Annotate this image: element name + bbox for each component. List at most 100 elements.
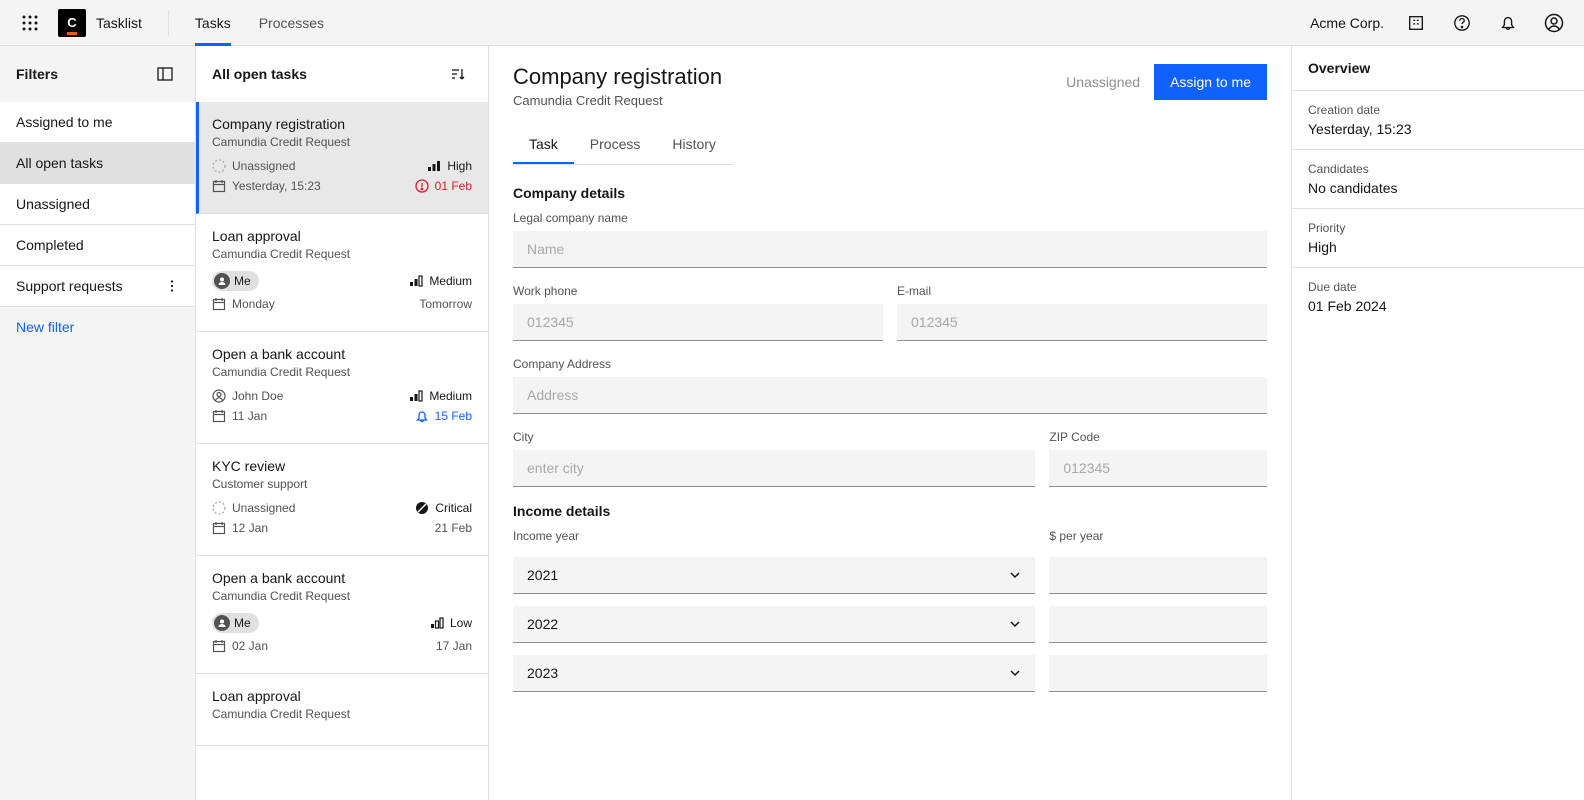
select-value: 2023 [527,665,558,681]
email-input[interactable] [897,304,1267,341]
avatar-icon [214,615,230,631]
date-text: Monday [232,297,275,311]
detail-panel: Company registration Camundia Credit Req… [489,46,1291,800]
candidates-value: No candidates [1308,180,1568,196]
app-switcher-icon[interactable] [16,9,44,37]
filter-support-requests[interactable]: Support requests [0,266,195,307]
unassigned-icon [212,159,226,173]
income-2021-input[interactable] [1049,557,1267,594]
task-assignee: Unassigned [212,501,295,515]
tab-process[interactable]: Process [574,126,657,164]
filters-panel: Filters Assigned to me All open tasks Un… [0,46,196,800]
overview-panel: Overview Creation date Yesterday, 15:23 … [1291,46,1584,800]
task-date: 02 Jan [212,639,268,653]
city-input[interactable] [513,450,1035,487]
priority-high-icon [427,159,441,173]
task-card[interactable]: Open a bank account Camundia Credit Requ… [196,556,488,674]
org-name: Acme Corp. [1310,15,1384,31]
topbar-right: Acme Corp. [1310,9,1568,37]
income-2023-input[interactable] [1049,655,1267,692]
task-priority: Critical [415,501,472,515]
income-year-select-2021[interactable]: 2021 [513,557,1035,594]
priority-text: Critical [435,501,472,515]
tasklist-scroll[interactable]: Company registration Camundia Credit Req… [196,102,488,800]
nav-processes[interactable]: Processes [259,0,324,46]
task-priority: Medium [409,274,472,288]
priority-medium-icon [409,389,423,403]
task-due: 01 Feb [415,179,472,193]
priority-critical-icon [415,501,429,515]
income-2022-input[interactable] [1049,606,1267,643]
task-card[interactable]: Loan approval Camundia Credit Request [196,674,488,746]
task-date: 11 Jan [212,409,267,423]
divider [168,10,169,36]
help-icon[interactable] [1448,9,1476,37]
notifications-icon[interactable] [1494,9,1522,37]
task-sub: Camundia Credit Request [212,135,472,149]
topbar: C Tasklist Tasks Processes Acme Corp. [0,0,1584,46]
task-card[interactable]: Loan approval Camundia Credit Request Me… [196,214,488,332]
task-card[interactable]: KYC review Customer support Unassigned C… [196,444,488,556]
income-year-select-2022[interactable]: 2022 [513,606,1035,643]
priority-text: Medium [429,274,472,288]
task-sub: Camundia Credit Request [212,365,472,379]
priority-low-icon [430,616,444,630]
overview-candidates: Candidates No candidates [1292,149,1584,208]
assignee-text: Me [234,274,251,288]
building-icon[interactable] [1402,9,1430,37]
task-card[interactable]: Company registration Camundia Credit Req… [196,102,488,214]
assignee-text: John Doe [232,389,283,403]
bell-icon [415,409,429,423]
calendar-icon [212,639,226,653]
legal-name-label: Legal company name [513,211,1267,225]
priority-medium-icon [409,274,423,288]
nav-tasks[interactable]: Tasks [195,0,231,46]
priority-text: Medium [429,389,472,403]
task-title: Loan approval [212,228,472,244]
income-year-select-2023[interactable]: 2023 [513,655,1035,692]
sort-icon[interactable] [444,60,472,88]
topbar-left: C Tasklist Tasks Processes [16,0,352,45]
work-phone-input[interactable] [513,304,883,341]
tab-history[interactable]: History [656,126,732,164]
task-due: Tomorrow [419,297,472,311]
kebab-menu-icon[interactable] [165,279,179,293]
detail-header: Company registration Camundia Credit Req… [489,46,1291,108]
legal-name-input[interactable] [513,231,1267,268]
date-text: Yesterday, 15:23 [232,179,321,193]
filter-unassigned[interactable]: Unassigned [0,184,195,225]
detail-title: Company registration [513,64,722,90]
unassigned-icon [212,501,226,515]
filter-all-open[interactable]: All open tasks [0,143,195,184]
calendar-icon [212,409,226,423]
task-title: Open a bank account [212,570,472,586]
assignee-status: Unassigned [1066,74,1140,90]
priority-text: High [447,159,472,173]
calendar-icon [212,521,226,535]
filter-completed[interactable]: Completed [0,225,195,266]
task-sub: Customer support [212,477,472,491]
assignee-text: Unassigned [232,501,295,515]
overview-due: Due date 01 Feb 2024 [1292,267,1584,326]
due-text: 01 Feb [435,179,472,193]
city-label: City [513,430,1035,444]
filter-assigned-to-me[interactable]: Assigned to me [0,102,195,143]
address-input[interactable] [513,377,1267,414]
task-card[interactable]: Open a bank account Camundia Credit Requ… [196,332,488,444]
overview-priority: Priority High [1292,208,1584,267]
tasklist-panel: All open tasks Company registration Camu… [196,46,489,800]
task-sub: Camundia Credit Request [212,707,472,721]
tasklist-header: All open tasks [196,46,488,102]
creation-label: Creation date [1308,103,1568,117]
assign-to-me-button[interactable]: Assign to me [1154,64,1267,100]
company-details-heading: Company details [513,185,1267,201]
collapse-panel-icon[interactable] [151,60,179,88]
task-title: Open a bank account [212,346,472,362]
tab-task[interactable]: Task [513,126,574,164]
user-icon[interactable] [1540,9,1568,37]
address-label: Company Address [513,357,1267,371]
work-phone-label: Work phone [513,284,883,298]
chevron-down-icon [1009,569,1021,581]
new-filter-link[interactable]: New filter [0,307,195,347]
zip-input[interactable] [1049,450,1267,487]
